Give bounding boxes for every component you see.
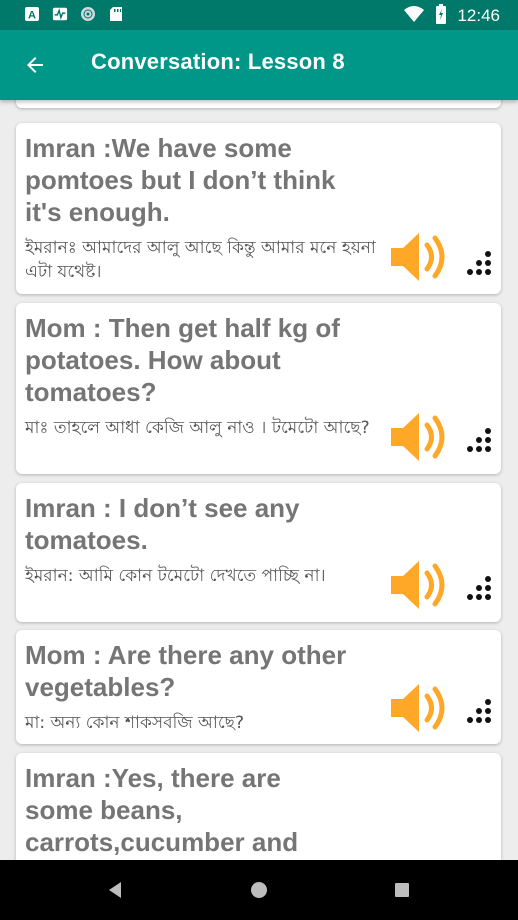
bangla-line: মাঃ তাহলে আধা কেজি আলু নাও । টমেটো আছে? (25, 418, 370, 438)
svg-text:A: A (28, 10, 36, 22)
status-right-icons: 12:46 (403, 4, 500, 28)
back-triangle-icon (109, 882, 121, 898)
conversation-card: Mom : Are there any other vegetables? মা… (16, 630, 501, 744)
conversation-card: Mom : Then get half kg of potatoes. How … (16, 303, 501, 474)
globe-icon (80, 6, 96, 22)
speaker-icon (391, 561, 445, 609)
back-button[interactable] (20, 50, 50, 80)
speaker-icon (391, 413, 445, 461)
app-bar: Conversation: Lesson 8 (0, 30, 518, 100)
conversation-card: Imran :We have some pomtoes but I don’t … (16, 123, 501, 294)
conversation-card-partial (16, 100, 501, 108)
sd-card-icon (108, 6, 124, 22)
navigation-bar (0, 860, 518, 920)
conversation-card: Imran :Yes, there are some beans, carrot… (16, 753, 501, 860)
english-line: Imran :We have some pomtoes but I don’t … (25, 133, 336, 227)
recents-square-icon (395, 883, 409, 897)
speaker-button[interactable] (389, 410, 449, 464)
conversation-list[interactable]: Imran :We have some pomtoes but I don’t … (0, 100, 518, 860)
english-line: Imran : I don’t see any tomatoes. (25, 493, 300, 555)
bangla-line: ইমরানঃ আমাদের আলু আছে কিন্তু আমার মনে হয… (25, 238, 376, 282)
a-icon: A (24, 6, 40, 22)
nav-recents-button[interactable] (390, 878, 414, 902)
english-line: Mom : Are there any other vegetables? (25, 640, 347, 702)
status-bar: A 12:46 (0, 0, 518, 30)
pulse-icon (52, 6, 68, 22)
nav-home-button[interactable] (247, 878, 271, 902)
more-dots-icon[interactable] (467, 428, 493, 454)
bangla-line: মা: অন্য কোন শাকসবজি আছে? (25, 713, 245, 733)
nav-back-button[interactable] (103, 878, 127, 902)
wifi-icon (403, 5, 425, 27)
more-dots-icon[interactable] (467, 699, 493, 725)
home-circle-icon (251, 882, 267, 898)
speaker-icon (391, 233, 445, 281)
status-time: 12:46 (457, 6, 500, 25)
conversation-card: Imran : I don’t see any tomatoes. ইমরান:… (16, 483, 501, 622)
arrow-left-icon (27, 57, 43, 73)
speaker-button[interactable] (389, 558, 449, 612)
more-dots-icon[interactable] (467, 251, 493, 277)
bangla-line: ইমরান: আমি কোন টমেটো দেখতে পাচ্ছি না। (25, 566, 326, 586)
english-line: Imran :Yes, there are some beans, carrot… (25, 763, 299, 860)
battery-icon (435, 4, 447, 28)
more-dots-icon[interactable] (467, 576, 493, 602)
status-left-icons: A (24, 6, 124, 22)
speaker-button[interactable] (389, 230, 449, 284)
speaker-button[interactable] (389, 681, 449, 735)
page-title: Conversation: Lesson 8 (91, 49, 345, 74)
speaker-icon (391, 684, 445, 732)
english-line: Mom : Then get half kg of potatoes. How … (25, 313, 340, 407)
